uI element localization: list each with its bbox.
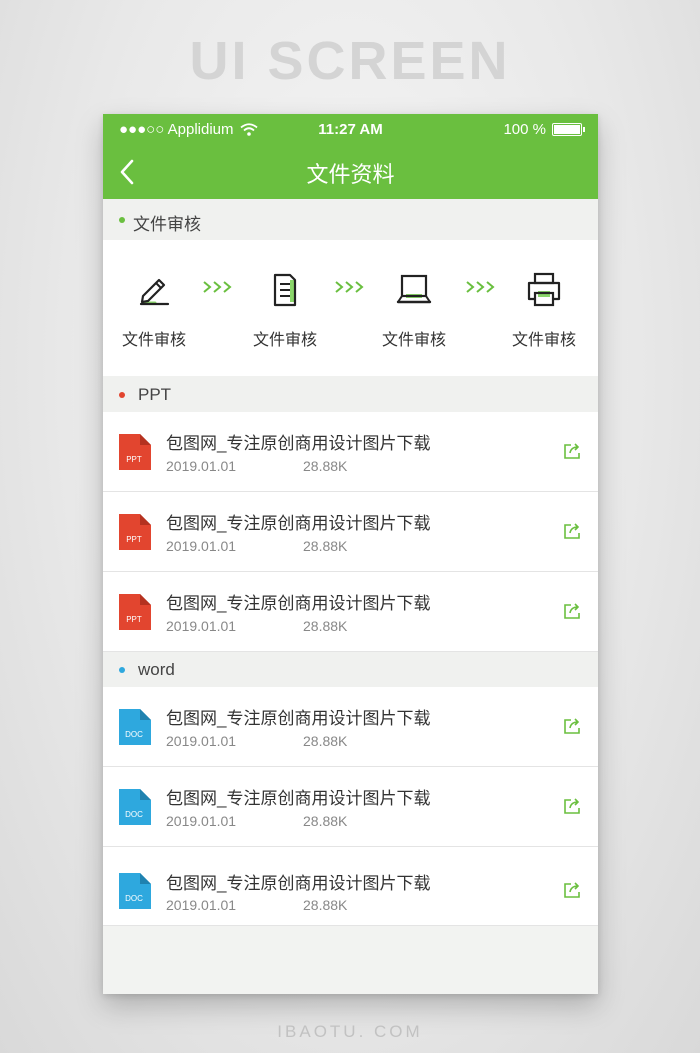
file-badge: PPT [126,535,142,544]
file-name: 包图网_专注原创商用设计图片下载 [166,594,431,613]
file-size: 28.88K [303,458,348,474]
section-header-word: word [103,652,598,687]
review-process: 文件审核 文件审核 文件审核 文件审核 [103,240,598,376]
section-header-review: 文件审核 [103,199,598,240]
file-date: 2019.01.01 [166,733,237,749]
ppt-file-icon: PPT [119,434,151,470]
chevrons-right-icon [203,281,232,293]
doc-file-icon: DOC [119,709,151,745]
file-date: 2019.01.01 [166,897,237,913]
ppt-file-icon: PPT [119,514,151,550]
nav-bar: 文件资料 [103,144,598,199]
step-4[interactable]: 文件审核 [499,270,589,350]
file-date: 2019.01.01 [166,538,237,554]
share-icon[interactable] [563,522,583,540]
battery-percent: 100 % [503,121,546,138]
file-badge: DOC [125,810,143,819]
doc-file-icon: DOC [119,789,151,825]
pen-icon [139,278,170,306]
document-icon [273,273,297,307]
file-date: 2019.01.01 [166,618,237,634]
file-row-doc[interactable]: DOC 包图网_专注原创商用设计图片下载 2019.01.01 28.88K [103,847,598,926]
section-title-ppt: PPT [138,385,172,404]
step-3[interactable]: 文件审核 [369,270,459,350]
file-size: 28.88K [303,897,348,913]
file-row-doc[interactable]: DOC 包图网_专注原创商用设计图片下载 2019.01.01 28.88K [103,687,598,767]
chevrons-right-icon [335,281,364,293]
phone-screen: ●●●○○ Applidium 11:27 AM 100 % 文件资料 文件审核… [103,114,598,994]
file-row-ppt[interactable]: PPT 包图网_专注原创商用设计图片下载 2019.01.01 28.88K [103,572,598,652]
chevrons-right-icon [466,281,495,293]
share-icon[interactable] [563,717,583,735]
battery-icon [552,123,585,136]
step-1[interactable]: 文件审核 [109,270,199,350]
file-row-ppt[interactable]: PPT 包图网_专注原创商用设计图片下载 2019.01.01 28.88K [103,492,598,572]
file-name: 包图网_专注原创商用设计图片下载 [166,789,431,808]
word-dot [119,667,125,673]
ppt-dot [119,392,125,398]
file-badge: PPT [126,615,142,624]
step-2[interactable]: 文件审核 [240,270,330,350]
file-badge: PPT [126,455,142,464]
share-icon[interactable] [563,881,583,899]
section-title-review: 文件审核 [133,215,201,234]
doc-file-icon: DOC [119,873,151,909]
header-bar: ●●●○○ Applidium 11:27 AM 100 % 文件资料 [103,114,598,199]
file-name: 包图网_专注原创商用设计图片下载 [166,514,431,533]
share-icon[interactable] [563,602,583,620]
share-icon[interactable] [563,442,583,460]
step-label: 文件审核 [511,332,576,349]
file-row-doc[interactable]: DOC 包图网_专注原创商用设计图片下载 2019.01.01 28.88K [103,767,598,847]
ppt-file-icon: PPT [119,594,151,630]
file-size: 28.88K [303,618,348,634]
section-title-word: word [138,660,175,679]
file-name: 包图网_专注原创商用设计图片下载 [166,434,431,453]
laptop-icon [396,274,432,304]
file-date: 2019.01.01 [166,813,237,829]
status-bar: ●●●○○ Applidium 11:27 AM 100 % [103,114,598,144]
page-title: 文件资料 [306,162,395,187]
file-size: 28.88K [303,538,348,554]
file-size: 28.88K [303,733,348,749]
file-badge: DOC [125,730,143,739]
review-dot [119,217,125,223]
step-label: 文件审核 [252,332,317,349]
file-size: 28.88K [303,813,348,829]
banner-headline: UI SCREEN [189,31,511,91]
file-badge: DOC [125,894,143,903]
printer-icon [527,272,561,307]
step-label: 文件审核 [381,332,446,349]
battery-fill [554,125,580,134]
file-name: 包图网_专注原创商用设计图片下载 [166,709,431,728]
step-label: 文件审核 [121,332,186,349]
share-icon[interactable] [563,797,583,815]
file-row-ppt[interactable]: PPT 包图网_专注原创商用设计图片下载 2019.01.01 28.88K [103,412,598,492]
footer-watermark: IBAOTU. COM [277,1022,423,1041]
file-name: 包图网_专注原创商用设计图片下载 [166,874,431,893]
file-date: 2019.01.01 [166,458,237,474]
section-header-ppt: PPT [103,376,598,412]
